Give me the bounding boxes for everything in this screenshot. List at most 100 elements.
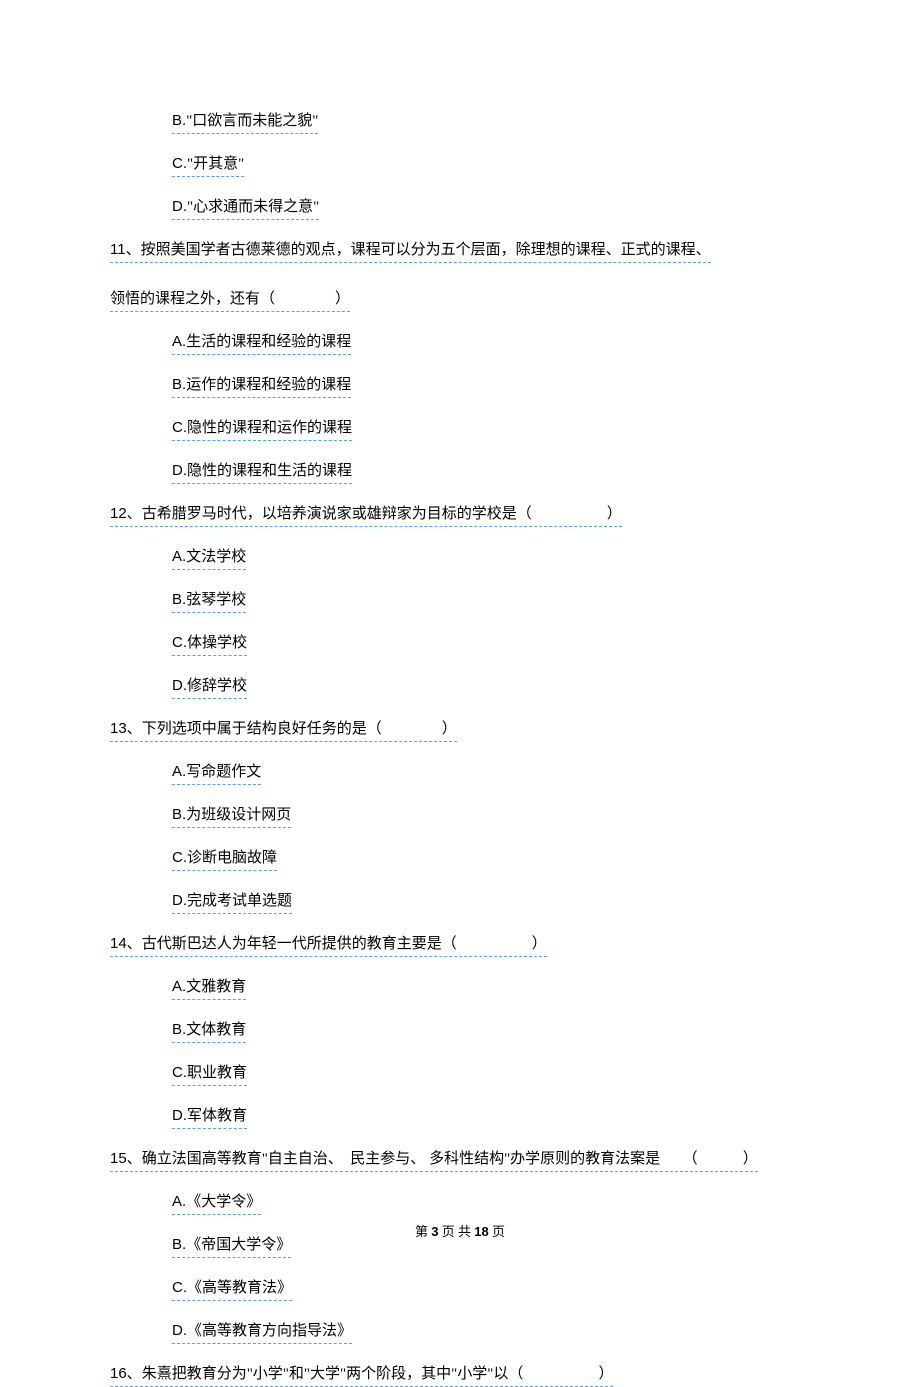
option-item: D.修辞学校 bbox=[172, 675, 810, 699]
option-letter: A. bbox=[172, 763, 186, 780]
option-item: C.隐性的课程和运作的课程 bbox=[172, 417, 810, 441]
option-item: A.生活的课程和经验的课程 bbox=[172, 331, 810, 355]
option-text: D.修辞学校 bbox=[172, 675, 247, 699]
option-text: A.《大学令》 bbox=[172, 1191, 261, 1215]
option-item: A.文雅教育 bbox=[172, 976, 810, 1000]
option-label: 隐性的课程和运作的课程 bbox=[187, 420, 352, 436]
option-label: 《高等教育法》 bbox=[187, 1280, 292, 1296]
footer-text: 第 bbox=[415, 1224, 431, 1239]
question-11: 11、按照美国学者古德莱德的观点，课程可以分为五个层面，除理想的课程、正式的课程… bbox=[110, 239, 810, 263]
option-text: A.文雅教育 bbox=[172, 976, 246, 1000]
question-text: 16、朱熹把教育分为"小学"和"大学"两个阶段，其中"小学"以（ ） bbox=[110, 1363, 613, 1387]
option-item: A.《大学令》 bbox=[172, 1191, 810, 1215]
option-item: B.弦琴学校 bbox=[172, 589, 810, 613]
answer-blank bbox=[275, 289, 335, 310]
option-letter: A. bbox=[172, 548, 186, 565]
option-label: 文雅教育 bbox=[186, 979, 246, 995]
option-letter: C. bbox=[172, 634, 187, 651]
option-label: 体操学校 bbox=[187, 635, 247, 651]
option-label: 文法学校 bbox=[186, 549, 246, 565]
option-letter: B. bbox=[172, 591, 186, 608]
option-text: D.隐性的课程和生活的课程 bbox=[172, 460, 352, 484]
question-stem: 朱熹把教育分为"小学"和"大学"两个阶段，其中"小学"以（ bbox=[142, 1366, 524, 1382]
option-text: C.体操学校 bbox=[172, 632, 247, 656]
option-label: 诊断电脑故障 bbox=[187, 850, 277, 866]
question-14: 14、古代斯巴达人为年轻一代所提供的教育主要是（ ） bbox=[110, 933, 810, 957]
option-text: D."心求通而未得之意" bbox=[172, 196, 319, 220]
option-label: 生活的课程和经验的课程 bbox=[186, 334, 351, 350]
option-letter: B. bbox=[172, 1021, 186, 1038]
option-letter: D. bbox=[172, 892, 187, 909]
question-16: 16、朱熹把教育分为"小学"和"大学"两个阶段，其中"小学"以（ ） bbox=[110, 1363, 810, 1387]
option-text: C."开其意" bbox=[172, 153, 244, 177]
option-letter: C. bbox=[172, 155, 187, 172]
option-letter: D. bbox=[172, 462, 187, 479]
option-label: 完成考试单选题 bbox=[187, 893, 292, 909]
question-stem: ） bbox=[442, 721, 457, 737]
option-letter: A. bbox=[172, 1193, 186, 1210]
option-text: D.《高等教育方向指导法》 bbox=[172, 1320, 352, 1344]
answer-blank bbox=[382, 719, 442, 740]
option-item: B."口欲言而未能之貌" bbox=[172, 110, 810, 134]
option-text: C.诊断电脑故障 bbox=[172, 847, 277, 871]
question-stem: ） bbox=[335, 291, 350, 307]
question-stem: 古代斯巴达人为年轻一代所提供的教育主要是（ bbox=[142, 936, 457, 952]
option-letter: A. bbox=[172, 978, 186, 995]
option-item: B.为班级设计网页 bbox=[172, 804, 810, 828]
question-number: 11、 bbox=[110, 241, 141, 258]
option-label: 军体教育 bbox=[187, 1108, 247, 1124]
question-15: 15、确立法国高等教育"自主自治、 民主参与、 多科性结构"办学原则的教育法案是… bbox=[110, 1148, 810, 1172]
option-text: A.文法学校 bbox=[172, 546, 246, 570]
option-text: B.文体教育 bbox=[172, 1019, 246, 1043]
option-item: C.职业教育 bbox=[172, 1062, 810, 1086]
option-item: D.《高等教育方向指导法》 bbox=[172, 1320, 810, 1344]
question-text-line2: 领悟的课程之外，还有（ ） bbox=[110, 289, 350, 312]
option-item: D."心求通而未得之意" bbox=[172, 196, 810, 220]
footer-text: 页 bbox=[489, 1224, 505, 1239]
answer-blank bbox=[698, 1149, 743, 1170]
option-text: C.隐性的课程和运作的课程 bbox=[172, 417, 352, 441]
option-letter: D. bbox=[172, 1322, 187, 1339]
option-item: C.诊断电脑故障 bbox=[172, 847, 810, 871]
question-13: 13、下列选项中属于结构良好任务的是（ ） bbox=[110, 718, 810, 742]
option-letter: D. bbox=[172, 1107, 187, 1124]
option-label: 《高等教育方向指导法》 bbox=[187, 1323, 352, 1339]
option-label: "心求通而未得之意" bbox=[187, 199, 319, 215]
option-label: 《大学令》 bbox=[186, 1194, 261, 1210]
option-letter: D. bbox=[172, 677, 187, 694]
option-letter: C. bbox=[172, 419, 187, 436]
option-item: D.隐性的课程和生活的课程 bbox=[172, 460, 810, 484]
answer-blank bbox=[532, 504, 607, 525]
option-letter: B. bbox=[172, 806, 186, 823]
question-12: 12、古希腊罗马时代，以培养演说家或雄辩家为目标的学校是（ ） bbox=[110, 503, 810, 527]
question-stem: ） bbox=[532, 936, 547, 952]
option-item: B.文体教育 bbox=[172, 1019, 810, 1043]
question-number: 13、 bbox=[110, 720, 142, 737]
question-stem: 确立法国高等教育"自主自治、 民主参与、 多科性结构"办学原则的教育法案是 （ bbox=[142, 1151, 698, 1167]
option-text: B.为班级设计网页 bbox=[172, 804, 291, 828]
question-text-line1: 11、按照美国学者古德莱德的观点，课程可以分为五个层面，除理想的课程、正式的课程… bbox=[110, 239, 711, 263]
option-letter: B. bbox=[172, 376, 186, 393]
option-item: C.《高等教育法》 bbox=[172, 1277, 810, 1301]
answer-blank bbox=[523, 1364, 598, 1385]
option-text: D.军体教育 bbox=[172, 1105, 247, 1129]
option-item: C.体操学校 bbox=[172, 632, 810, 656]
option-text: B.运作的课程和经验的课程 bbox=[172, 374, 351, 398]
total-page-number: 18 bbox=[474, 1224, 488, 1239]
option-label: 隐性的课程和生活的课程 bbox=[187, 463, 352, 479]
option-item: A.文法学校 bbox=[172, 546, 810, 570]
option-letter: D. bbox=[172, 198, 187, 215]
option-label: 弦琴学校 bbox=[186, 592, 246, 608]
question-number: 14、 bbox=[110, 935, 142, 952]
question-number: 16、 bbox=[110, 1365, 142, 1382]
current-page-number: 3 bbox=[431, 1224, 438, 1239]
document-page: B."口欲言而未能之貌" C."开其意" D."心求通而未得之意" 11、按照美… bbox=[0, 0, 920, 1387]
question-number: 15、 bbox=[110, 1150, 142, 1167]
option-text: C.职业教育 bbox=[172, 1062, 247, 1086]
option-text: A.生活的课程和经验的课程 bbox=[172, 331, 351, 355]
option-label: 职业教育 bbox=[187, 1065, 247, 1081]
question-text: 13、下列选项中属于结构良好任务的是（ ） bbox=[110, 718, 457, 742]
option-label: 运作的课程和经验的课程 bbox=[186, 377, 351, 393]
question-11-cont: 领悟的课程之外，还有（ ） bbox=[110, 289, 810, 312]
question-stem: 领悟的课程之外，还有（ bbox=[110, 291, 275, 307]
